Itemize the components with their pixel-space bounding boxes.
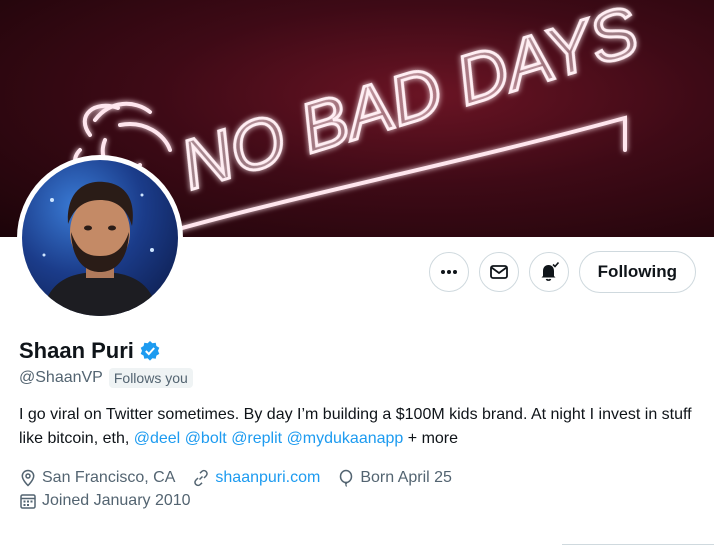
handle-row: @ShaanVP Follows you — [19, 368, 193, 388]
verified-badge-icon[interactable] — [139, 340, 161, 362]
profile-meta-row: San Francisco, CA shaanpuri.com Born Apr… — [19, 469, 469, 487]
mention-link[interactable]: @bolt — [185, 430, 227, 447]
profile-joined-row: Joined January 2010 — [19, 492, 208, 510]
user-handle: @ShaanVP — [19, 369, 103, 386]
avatar[interactable] — [17, 155, 183, 321]
follows-you-badge: Follows you — [108, 368, 193, 388]
location-text: San Francisco, CA — [42, 469, 176, 486]
divider — [562, 544, 714, 545]
avatar-image — [22, 160, 178, 316]
mention-link[interactable]: @mydukaanapp — [287, 430, 404, 447]
more-dots-icon — [440, 270, 457, 274]
mention-link[interactable]: @replit — [231, 430, 282, 447]
notifications-button[interactable] — [528, 252, 569, 292]
following-button[interactable]: Following — [578, 251, 696, 293]
balloon-icon — [340, 469, 353, 487]
profile-actions: Following — [428, 251, 696, 293]
envelope-icon — [489, 265, 508, 279]
website-item: shaanpuri.com — [192, 469, 320, 487]
location-item: San Francisco, CA — [19, 469, 175, 487]
joined-item: Joined January 2010 — [19, 492, 191, 510]
profile-name-row: Shaan Puri — [19, 338, 161, 364]
calendar-icon — [20, 494, 36, 509]
display-name: Shaan Puri — [19, 338, 134, 363]
website-link[interactable]: shaanpuri.com — [215, 469, 320, 487]
link-icon — [194, 469, 209, 487]
birthday-item: Born April 25 — [337, 469, 452, 487]
mention-link[interactable]: @deel — [134, 430, 181, 447]
message-button[interactable] — [478, 252, 519, 292]
bell-check-icon — [541, 261, 559, 281]
more-options-button[interactable] — [428, 252, 469, 292]
location-pin-icon — [21, 469, 35, 487]
joined-text: Joined January 2010 — [42, 492, 191, 509]
bio-more-link[interactable]: + more — [408, 430, 458, 447]
birthday-text: Born April 25 — [360, 469, 452, 486]
profile-bio: I go viral on Twitter sometimes. By day … — [19, 403, 699, 451]
